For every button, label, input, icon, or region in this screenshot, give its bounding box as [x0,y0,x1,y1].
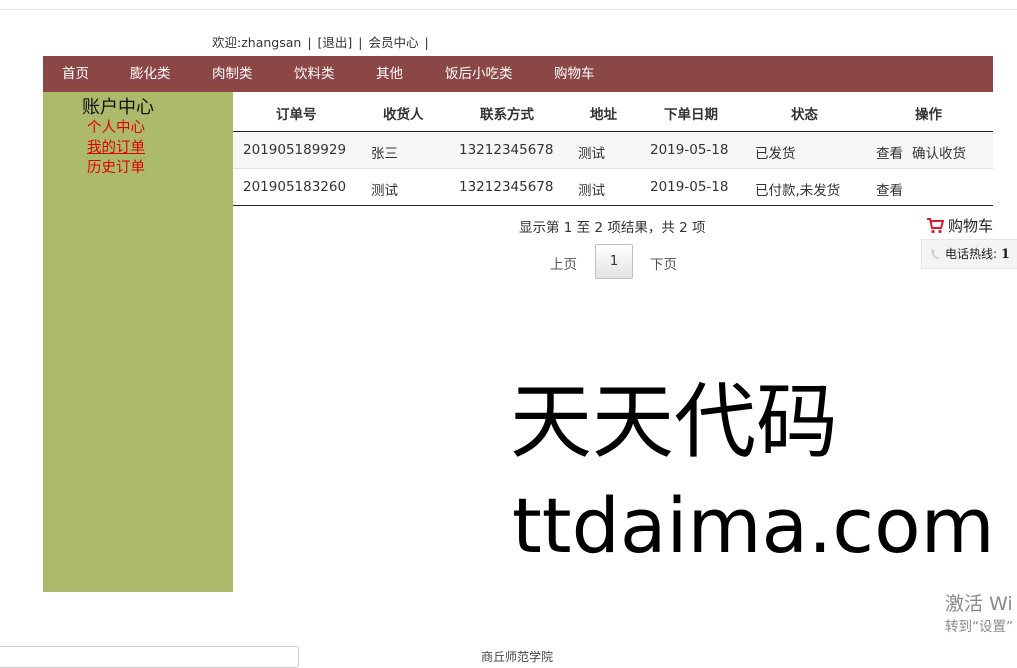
prev-page-button[interactable]: 上页 [550,253,577,273]
orders-table: 订单号 收货人 联系方式 地址 下单日期 状态 操作 201905189929 … [233,92,993,206]
order-status: 已付款,未发货 [755,183,841,199]
member-center-link[interactable]: 会员中心 [369,35,419,50]
order-date: 2019-05-18 [650,142,729,158]
nav-item-drinks[interactable]: 饮料类 [294,56,335,92]
floating-cart-label: 购物车 [948,217,994,235]
order-id: 201905183260 [243,179,347,195]
column-header: 订单号 [276,107,317,123]
taskbar-fragment [0,646,299,668]
receiver: 测试 [371,183,398,199]
receiver: 张三 [371,146,398,162]
phone: 13212345678 [459,142,554,158]
address: 测试 [578,146,605,162]
table-header: 订单号 收货人 联系方式 地址 下单日期 状态 操作 [233,92,993,132]
activation-notice-title: 激活 Wi [945,593,1013,615]
cart-icon [927,218,945,234]
floating-cart-button[interactable]: 购物车 [926,215,993,236]
separator: | [307,35,312,50]
column-header: 下单日期 [664,107,718,123]
nav-item-other[interactable]: 其他 [376,56,403,92]
sidebar-item-profile[interactable]: 个人中心 [87,116,145,137]
sidebar-item-my-orders[interactable]: 我的订单 [87,136,145,157]
watermark-chinese: 天天代码 [510,375,839,470]
column-header: 状态 [791,107,818,123]
separator: | [424,35,429,50]
activation-notice-sub: 转到“设置” [945,619,1013,635]
top-divider [0,9,1017,10]
phone: 13212345678 [459,179,554,195]
hotline-number: 1 [1000,247,1010,262]
nav-item-cart[interactable]: 购物车 [554,56,595,92]
order-date: 2019-05-18 [650,179,729,195]
view-order-button[interactable]: 查看 [876,179,903,199]
main-nav: 首页 膨化类 肉制类 饮料类 其他 饭后小吃类 购物车 [43,56,993,92]
phone-icon [931,249,940,259]
watermark-domain: ttdaima.com [512,481,995,570]
welcome-text: 欢迎:zhangsan [212,35,302,50]
nav-item-puffed[interactable]: 膨化类 [130,56,171,92]
address: 测试 [578,183,605,199]
table-row: 201905189929 张三 13212345678 测试 2019-05-1… [233,132,993,169]
confirm-receipt-button[interactable]: 确认收货 [912,142,966,162]
nav-item-snacks[interactable]: 饭后小吃类 [445,56,513,92]
column-header: 操作 [915,107,942,123]
logout-link[interactable]: [退出] [318,35,353,50]
column-header: 地址 [590,107,617,123]
column-header: 联系方式 [480,107,534,123]
view-order-button[interactable]: 查看 [876,142,903,162]
separator: | [358,35,363,50]
order-status: 已发货 [755,146,796,162]
footer-text: 商丘师范学院 [481,650,554,664]
page-1-button[interactable]: 1 [595,244,633,279]
column-header: 收货人 [383,107,424,123]
account-sidebar: 账户中心 个人中心 我的订单 历史订单 [43,92,233,592]
welcome-bar: 欢迎:zhangsan | [退出] | 会员中心 | [212,32,435,51]
nav-item-meat[interactable]: 肉制类 [212,56,253,92]
order-id: 201905189929 [243,142,347,158]
table-row: 201905183260 测试 13212345678 测试 2019-05-1… [233,169,993,206]
nav-item-home[interactable]: 首页 [62,56,89,92]
pagination-info: 显示第 1 至 2 项结果，共 2 项 [519,220,706,236]
hotline-widget: 电话热线: 1 [921,239,1017,269]
next-page-button[interactable]: 下页 [650,253,677,273]
sidebar-item-order-history[interactable]: 历史订单 [87,156,145,177]
hotline-label: 电话热线: [945,247,998,261]
